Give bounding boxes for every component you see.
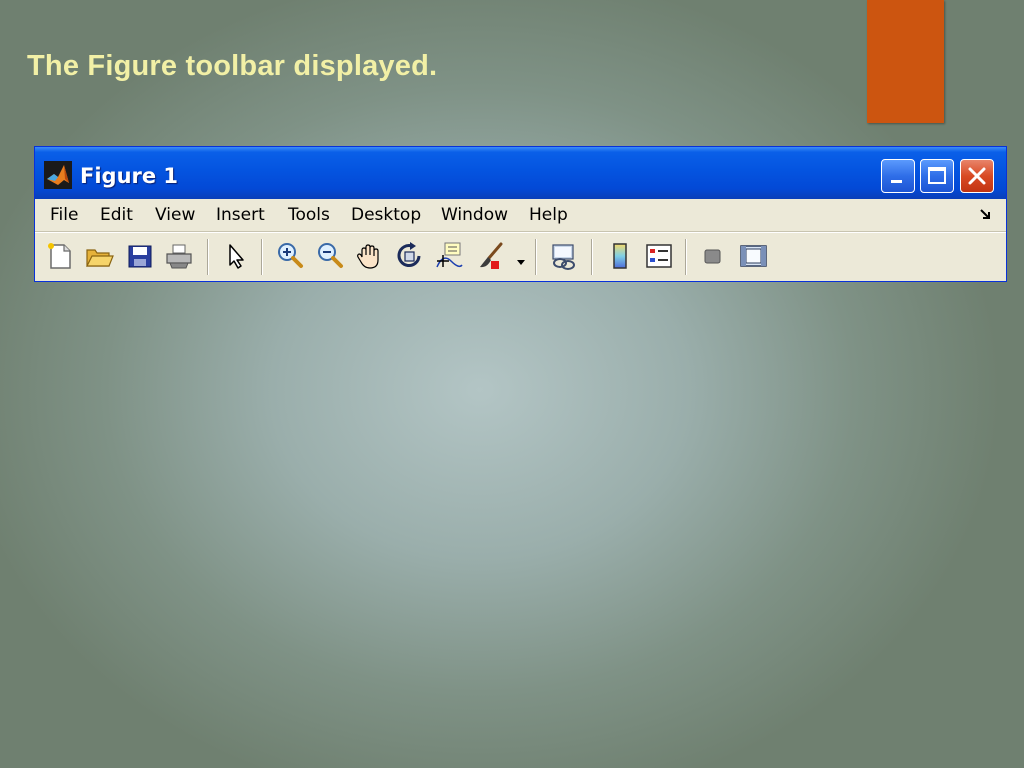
toolbar-separator <box>535 239 537 275</box>
toolbar-separator <box>261 239 263 275</box>
toolbar-separator <box>207 239 209 275</box>
close-icon <box>968 167 986 185</box>
zoom-in-button[interactable] <box>275 241 305 271</box>
toolbar-separator <box>685 239 687 275</box>
slide-title: The Figure toolbar displayed. <box>27 50 438 82</box>
menu-desktop[interactable]: Desktop <box>351 205 421 225</box>
show-plot-tools-button[interactable] <box>738 241 768 271</box>
menu-edit[interactable]: Edit <box>100 205 133 225</box>
menu-window[interactable]: Window <box>441 205 508 225</box>
rotate-3d-button[interactable] <box>395 241 425 271</box>
new-figure-icon <box>48 243 71 269</box>
save-figure-icon <box>128 245 152 268</box>
maximize-icon <box>928 167 946 184</box>
menu-bar: File Edit View Insert Tools Desktop Wind… <box>35 199 1006 232</box>
insert-legend-icon <box>646 244 672 268</box>
insert-colorbar-icon <box>613 243 627 269</box>
title-bar[interactable]: Figure 1 <box>35 147 1006 199</box>
menu-tools[interactable]: Tools <box>288 205 330 225</box>
save-figure-button[interactable] <box>125 241 155 271</box>
zoom-in-icon <box>278 243 303 268</box>
zoom-out-button[interactable] <box>315 241 345 271</box>
data-cursor-icon <box>436 242 463 268</box>
data-cursor-button[interactable] <box>434 241 464 271</box>
rotate-3d-icon <box>397 242 421 268</box>
pan-hand-icon <box>357 244 379 269</box>
edit-plot-button[interactable] <box>221 241 251 271</box>
minimize-icon <box>891 180 902 183</box>
window-title: Figure 1 <box>80 164 179 188</box>
brush-icon <box>480 242 503 269</box>
open-file-icon <box>86 249 114 267</box>
print-figure-button[interactable] <box>164 241 194 271</box>
open-file-button[interactable] <box>84 241 114 271</box>
menu-view[interactable]: View <box>155 205 195 225</box>
maximize-button[interactable] <box>920 159 954 193</box>
insert-legend-button[interactable] <box>644 241 674 271</box>
toolbar-separator <box>591 239 593 275</box>
show-plot-tools-icon <box>740 245 767 267</box>
link-plot-icon <box>552 244 575 270</box>
zoom-out-icon <box>318 243 343 268</box>
pan-button[interactable] <box>355 241 385 271</box>
menu-help[interactable]: Help <box>529 205 568 225</box>
close-button[interactable] <box>960 159 994 193</box>
hide-plot-tools-button[interactable] <box>698 241 728 271</box>
print-figure-icon <box>166 244 192 269</box>
dock-arrow-icon[interactable] <box>979 207 993 226</box>
new-figure-button[interactable] <box>45 241 75 271</box>
brush-button[interactable] <box>475 241 505 271</box>
accent-bar <box>867 0 944 123</box>
edit-plot-arrow-icon <box>229 244 244 269</box>
minimize-button[interactable] <box>881 159 915 193</box>
menu-insert[interactable]: Insert <box>216 205 265 225</box>
menu-file[interactable]: File <box>50 205 78 225</box>
figure-toolbar <box>35 232 1006 281</box>
link-plot-button[interactable] <box>549 241 579 271</box>
brush-dropdown-icon[interactable] <box>517 253 525 271</box>
matlab-logo-icon[interactable] <box>44 161 72 189</box>
figure-window: Figure 1 File Edit View Insert Tools Des… <box>34 146 1007 282</box>
insert-colorbar-button[interactable] <box>605 241 635 271</box>
hide-plot-tools-icon <box>704 249 721 264</box>
